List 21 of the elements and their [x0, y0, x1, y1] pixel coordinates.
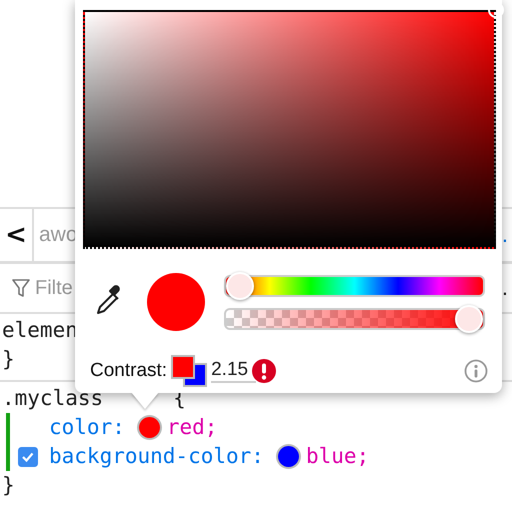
info-icon: [464, 359, 488, 383]
css-property: color:: [49, 414, 125, 441]
slider-thumb[interactable]: [226, 272, 254, 300]
color-area[interactable]: [83, 10, 496, 249]
css-value: red;: [166, 414, 218, 441]
toolbar-text: .: [502, 222, 508, 248]
css-property: background-color:: [49, 443, 264, 470]
brace: }: [2, 346, 15, 373]
css-selector: elemen: [2, 317, 78, 344]
css-value: blue;: [306, 443, 370, 470]
contrast-swatch-pair: [171, 355, 208, 387]
checkbox[interactable]: [18, 446, 38, 466]
slider-thumb[interactable]: [455, 304, 483, 332]
filter-row-text: .: [502, 275, 508, 301]
filter-icon: [11, 277, 31, 299]
color-swatch[interactable]: [278, 446, 299, 467]
css-selector: .myclass: [2, 385, 104, 412]
color-swatch[interactable]: [138, 417, 160, 438]
brace: }: [2, 472, 15, 499]
color-handle[interactable]: [488, 2, 504, 18]
contrast-label: Contrast:: [90, 360, 168, 382]
